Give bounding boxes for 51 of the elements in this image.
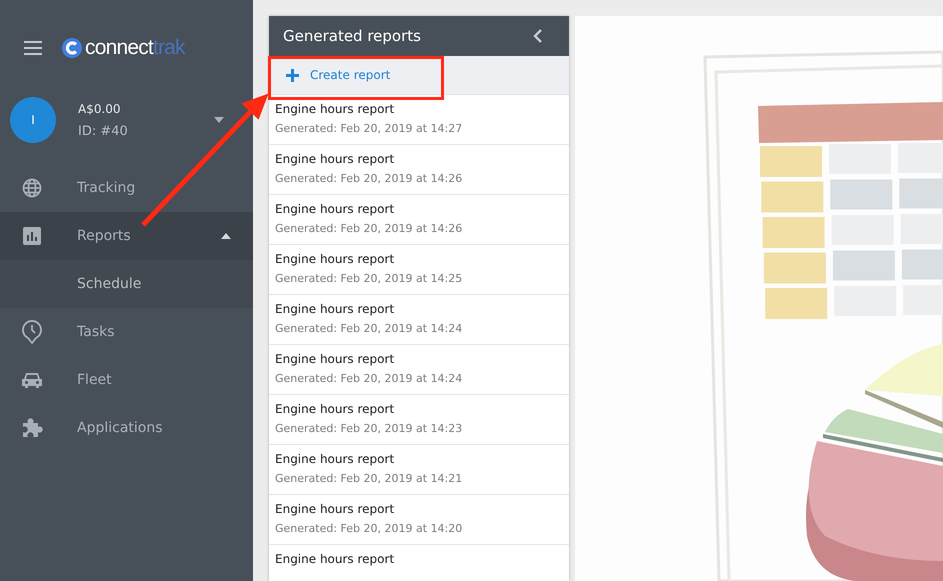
puzzle-icon [21,417,43,439]
collapse-chevron-icon[interactable] [533,29,542,43]
report-list-item[interactable]: Engine hours report Generated: Feb 20, 2019 at 14:21 [269,445,569,495]
menu-icon[interactable] [24,41,42,55]
avatar: I [10,97,56,143]
report-generated-time: Generated: Feb 20, 2019 at 14:25 [275,272,464,285]
report-title: Engine hours report [275,102,396,116]
report-list-item[interactable]: Engine hours report Generated: Feb 20, 2019 at 14:25 [269,245,569,295]
report-list-item[interactable]: Engine hours report Generated: Feb 20, 2019 at 14:20 [269,495,569,545]
report-generated-time: Generated: Feb 20, 2019 at 14:23 [275,422,464,435]
logo-icon [62,38,82,58]
bar-chart-icon [23,227,41,245]
nav-item[interactable]: Tasks [0,308,253,356]
report-list-item[interactable]: Engine hours report Generated: Feb 20, 2019 at 14:23 [269,395,569,445]
report-generated-time: Generated: Feb 20, 2019 at 14:24 [275,322,464,335]
caret-icon[interactable] [214,117,224,123]
report-list-item[interactable]: Engine hours report Generated: Feb 20, 2019 at 14:24 [269,345,569,395]
panel-title: Generated reports [283,27,421,45]
clock-pin-icon [22,320,42,344]
car-icon [22,372,42,388]
report-generated-time: Generated: Feb 20, 2019 at 14:26 [275,172,464,185]
report-title: Engine hours report [275,352,396,366]
nav-item[interactable]: Tracking [0,164,253,212]
report-title: Engine hours report [275,402,396,416]
plus-icon [286,68,299,82]
logo-text: trak [152,36,185,60]
logo-text: connect [85,36,153,60]
report-generated-time: Generated: Feb 20, 2019 at 14:26 [275,222,464,235]
report-list-item[interactable]: Engine hours report Generated: Feb 20, 2019 at 14:26 [269,195,569,245]
nav-item[interactable]: Fleet [0,356,253,404]
globe-icon [22,178,42,198]
report-title: Engine hours report [275,502,396,516]
report-list-item[interactable]: Engine hours report Generated: Feb 20, 2019 at 14:24 [269,295,569,345]
report-title: Engine hours report [275,452,396,466]
nav-item[interactable]: Applications [0,404,253,452]
report-title: Engine hours report [275,152,396,166]
report-list-item[interactable]: Engine hours report Generated: Feb 20, 2019 at 14:26 [269,145,569,195]
report-generated-time: Generated: Feb 20, 2019 at 14:24 [275,372,464,385]
report-list-item[interactable]: Engine hours report Generated: Feb 20, 2019 at 14:27 [269,95,569,145]
account-balance: A$0.00 [78,102,122,116]
report-generated-time: Generated: Feb 20, 2019 at 14:20 [275,522,464,535]
report-title: Engine hours report [275,252,396,266]
report-title: Engine hours report [275,202,396,216]
report-list-item[interactable]: Engine hours report [269,545,569,581]
nav-subitem[interactable]: Schedule [0,260,253,308]
report-generated-time: Generated: Feb 20, 2019 at 14:27 [275,122,464,135]
report-title: Engine hours report [275,302,396,316]
nav-item[interactable]: Reports [0,212,253,260]
account-id: ID: #40 [78,124,129,138]
report-title: Engine hours report [275,552,396,566]
report-generated-time: Generated: Feb 20, 2019 at 14:21 [275,472,464,485]
